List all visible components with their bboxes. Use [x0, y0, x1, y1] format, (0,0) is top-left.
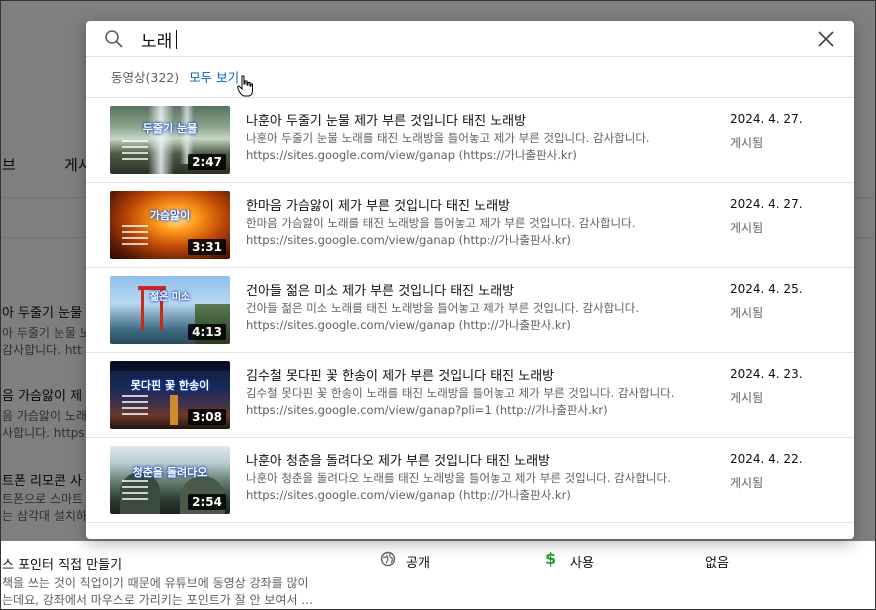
- result-row[interactable]: 청춘을 돌려다오 2:54 나훈아 청춘을 돌려다오 제가 부른 것입니다 태진…: [86, 438, 854, 523]
- video-title[interactable]: 나훈아 청춘을 돌려다오 제가 부른 것입니다 태진 노래방: [246, 450, 706, 469]
- video-status: 게시됨: [730, 476, 764, 490]
- results-list: 두줄기 눈물 2:47 나훈아 두줄기 눈물 제가 부른 것입니다 태진 노래방…: [86, 98, 854, 523]
- bg-restrictions: 없음: [705, 556, 729, 571]
- video-description: 나훈아 두줄기 눈물 노래를 태진 노래방을 틀어놓고 제가 부른 것입니다. …: [246, 131, 650, 162]
- video-description: 건아들 젊은 미소 노래를 태진 노래방을 틀어놓고 제가 부른 것입니다. 감…: [246, 301, 640, 332]
- filter-row: 동영상(322) 모두 보기: [111, 67, 239, 85]
- video-status: 게시됨: [730, 391, 764, 405]
- globe-icon: [380, 551, 396, 571]
- video-thumbnail[interactable]: 못다핀 꽃 한송이 3:08: [110, 361, 230, 429]
- bg-monetization: 사용: [570, 556, 594, 571]
- close-icon[interactable]: [816, 29, 836, 49]
- video-description: 나훈아 청춘을 돌려다오 노래를 태진 노래방을 틀어놓고 제가 부른 것입니다…: [246, 471, 671, 502]
- bg-visibility: 공개: [406, 556, 430, 571]
- video-date: 2024. 4. 25.: [730, 282, 803, 296]
- video-status: 게시됨: [730, 136, 764, 150]
- dollar-icon: $: [545, 549, 557, 568]
- bg-bottom-line: 는데요, 강좌에서 마우스로 가리키는 포인트가 잘 안 보여서 ...: [2, 593, 313, 607]
- result-row[interactable]: 두줄기 눈물 2:47 나훈아 두줄기 눈물 제가 부른 것입니다 태진 노래방…: [86, 98, 854, 183]
- search-icon: [105, 30, 123, 48]
- video-duration: 3:08: [188, 409, 226, 425]
- video-title[interactable]: 한마음 가슴앓이 제가 부른 것입니다 태진 노래방: [246, 195, 706, 214]
- video-duration: 2:54: [188, 494, 226, 510]
- thumbnail-title-text: 청춘을 돌려다오: [132, 466, 208, 479]
- bg-bottom-line: 책을 쓰는 것이 직업이기 때문에 유튜브에 동영상 강좌를 많이: [2, 576, 309, 590]
- thumbnail-title-text: 두줄기 눈물: [142, 122, 198, 135]
- thumbnail-title-text: 젊은 미소: [149, 292, 191, 303]
- video-thumbnail[interactable]: 청춘을 돌려다오 2:54: [110, 446, 230, 514]
- video-date: 2024. 4. 22.: [730, 452, 803, 466]
- video-description: 한마음 가슴앓이 노래를 태진 노래방을 틀어놓고 제가 부른 것입니다. 감사…: [246, 216, 636, 247]
- search-dialog: 동영상(322) 모두 보기 두줄기 눈물 2:47 나훈아 두줄기 눈물 제가…: [86, 21, 854, 539]
- bg-bottom-title: 스 포인터 직접 만들기: [2, 558, 123, 573]
- video-count-label: 동영상(322): [111, 70, 180, 85]
- video-thumbnail[interactable]: 가슴앓이 3:31: [110, 191, 230, 259]
- divider: [86, 56, 854, 57]
- video-thumbnail[interactable]: 젊은 미소 4:13: [110, 276, 230, 344]
- screen: 브 게시 아 두줄기 눈물 아 두줄기 눈물 노 감사합니다. htt 음 가슴…: [0, 0, 876, 610]
- result-row[interactable]: 가슴앓이 3:31 한마음 가슴앓이 제가 부른 것입니다 태진 노래방 한마음…: [86, 183, 854, 268]
- video-date: 2024. 4. 23.: [730, 367, 803, 381]
- show-all-link[interactable]: 모두 보기: [189, 70, 239, 85]
- video-title[interactable]: 김수철 못다핀 꽃 한송이 제가 부른 것입니다 태진 노래방: [246, 365, 706, 384]
- video-thumbnail[interactable]: 두줄기 눈물 2:47: [110, 106, 230, 174]
- hand-cursor-icon: [236, 75, 253, 97]
- video-duration: 3:31: [188, 239, 226, 255]
- result-row[interactable]: 젊은 미소 4:13 건아들 젊은 미소 제가 부른 것입니다 태진 노래방 건…: [86, 268, 854, 353]
- video-title[interactable]: 건아들 젊은 미소 제가 부른 것입니다 태진 노래방: [246, 280, 706, 299]
- search-input[interactable]: [141, 27, 741, 51]
- video-description: 김수철 못다핀 꽃 한송이 노래를 태진 노래방을 틀어놓고 제가 부른 것입니…: [246, 386, 675, 417]
- video-status: 게시됨: [730, 306, 764, 320]
- thumbnail-title-text: 가슴앓이: [149, 209, 191, 222]
- search-bar: [86, 21, 854, 57]
- video-duration: 2:47: [188, 154, 226, 170]
- video-date: 2024. 4. 27.: [730, 197, 803, 211]
- result-row[interactable]: 못다핀 꽃 한송이 3:08 김수철 못다핀 꽃 한송이 제가 부른 것입니다 …: [86, 353, 854, 438]
- video-title[interactable]: 나훈아 두줄기 눈물 제가 부른 것입니다 태진 노래방: [246, 110, 706, 129]
- video-status: 게시됨: [730, 221, 764, 235]
- video-duration: 4:13: [188, 324, 226, 340]
- video-date: 2024. 4. 27.: [730, 112, 803, 126]
- thumbnail-title-text: 못다핀 꽃 한송이: [130, 379, 210, 392]
- text-caret: [176, 30, 177, 49]
